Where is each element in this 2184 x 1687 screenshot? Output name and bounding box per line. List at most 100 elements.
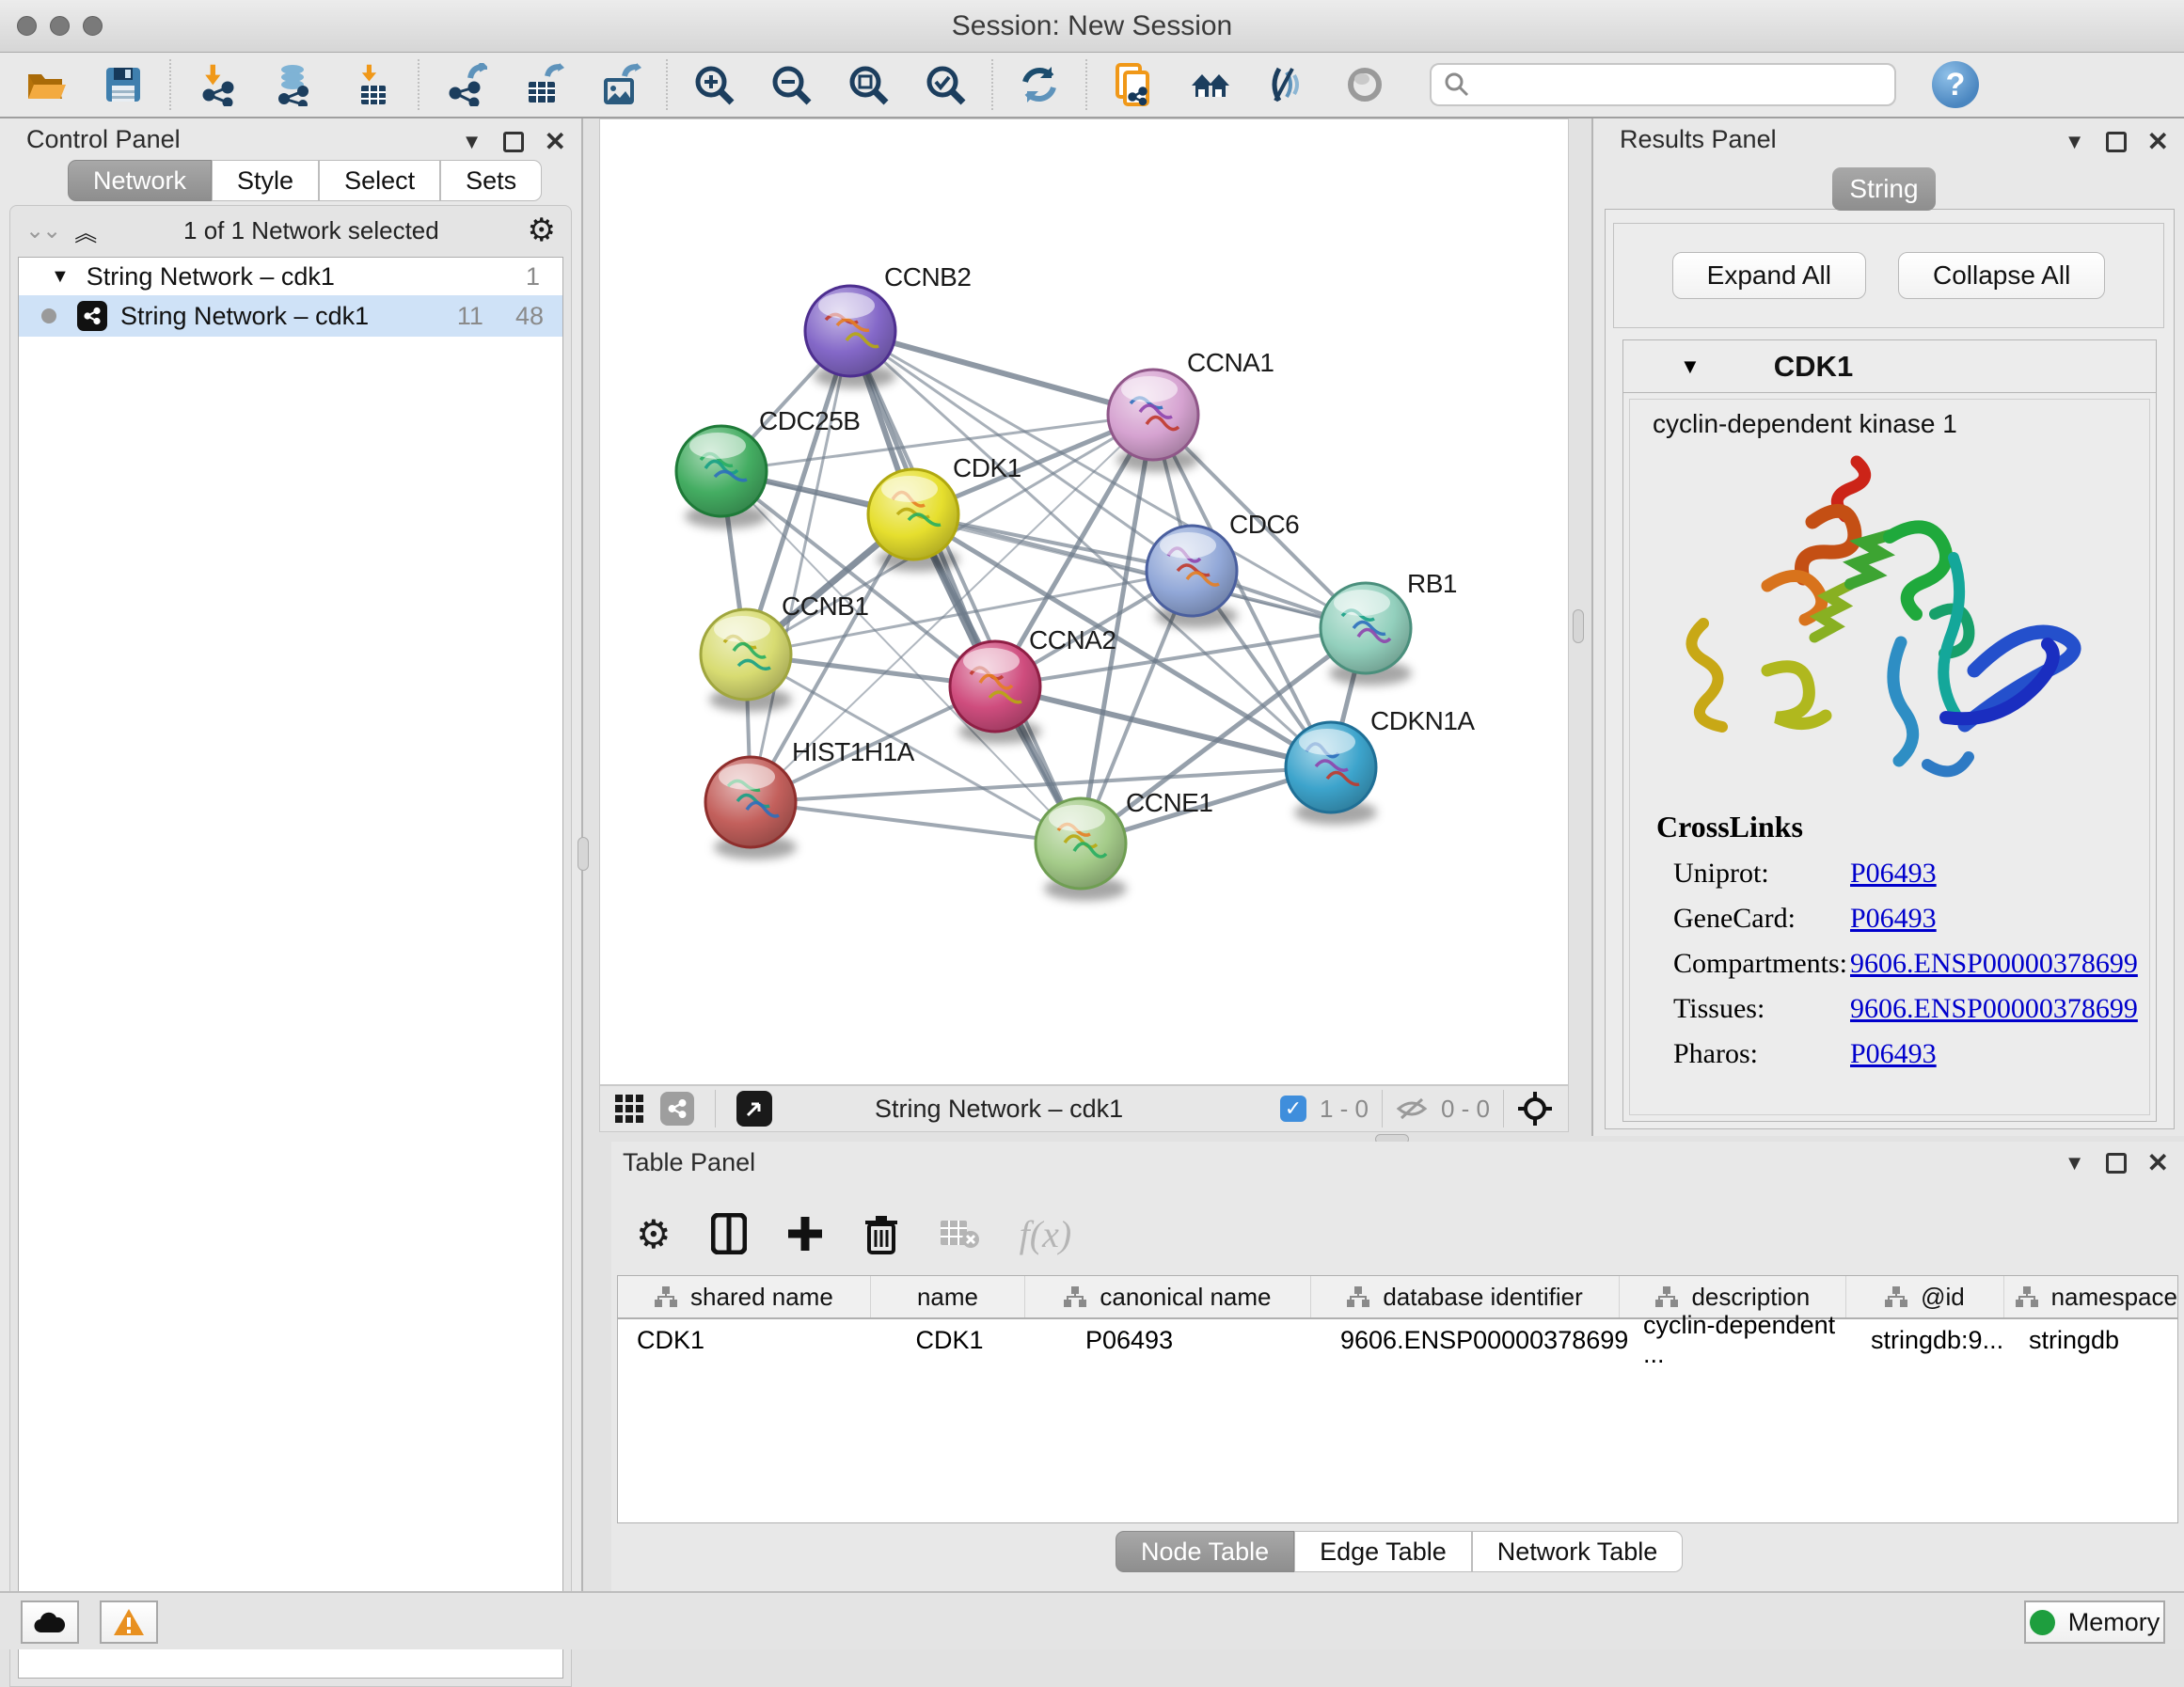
birdseye-view-icon[interactable] (736, 1091, 772, 1127)
float-panel-icon[interactable] (2106, 132, 2127, 152)
network-node-ccna1[interactable]: CCNA1 (1108, 348, 1274, 472)
cell-database-identifier: 9606.ENSP00000378699 (1314, 1319, 1624, 1361)
network-canvas[interactable]: CCNB2CCNA1CDC25BCDK1CDC6RB1CCNB1CCNA2CDK… (599, 118, 1569, 1085)
collapse-panel-icon[interactable]: ▼ (462, 130, 483, 154)
tab-edge-table[interactable]: Edge Table (1294, 1531, 1472, 1572)
share-view-icon[interactable] (660, 1092, 694, 1126)
network-edge-ccnb2-ccne1[interactable] (850, 331, 1081, 844)
network-tree: ▼ String Network – cdk1 1 String Network… (18, 257, 563, 1679)
collapse-all-networks-icon[interactable]: ⌄⌄ (25, 217, 59, 244)
expand-all-button[interactable]: Expand All (1672, 252, 1866, 299)
float-panel-icon[interactable] (2106, 1153, 2127, 1174)
add-column-icon[interactable] (786, 1215, 824, 1253)
section-collapse-icon[interactable]: ▼ (1680, 355, 1701, 379)
node-label-ccnb1: CCNB1 (782, 591, 868, 621)
network-options-gear-icon[interactable]: ⚙ (528, 212, 556, 249)
network-node-ccne1[interactable]: CCNE1 (1036, 788, 1212, 901)
home-icon[interactable] (1189, 63, 1232, 106)
show-columns-icon[interactable] (711, 1213, 747, 1254)
collapse-all-button[interactable]: Collapse All (1898, 252, 2105, 299)
column-header-database-identifier[interactable]: database identifier (1311, 1276, 1621, 1317)
eye-icon[interactable] (1343, 63, 1386, 106)
selected-checkbox-icon[interactable]: ✓ (1280, 1096, 1306, 1122)
tab-network[interactable]: Network (68, 160, 212, 201)
column-header-name[interactable]: name (871, 1276, 1025, 1317)
control-panel-title: Control Panel (26, 125, 181, 154)
memory-button[interactable]: Memory (2024, 1600, 2165, 1644)
column-header-canonical-name[interactable]: canonical name (1025, 1276, 1311, 1317)
close-panel-icon[interactable]: ✕ (545, 126, 566, 157)
tab-network-table[interactable]: Network Table (1472, 1531, 1684, 1572)
save-session-icon[interactable] (102, 63, 145, 106)
column-header-shared-name[interactable]: shared name (618, 1276, 871, 1317)
tab-select[interactable]: Select (319, 160, 440, 201)
tree-expand-icon[interactable]: ▼ (51, 266, 70, 288)
network-row[interactable]: String Network – cdk1 11 48 (19, 295, 562, 337)
import-network-file-icon[interactable] (196, 63, 239, 106)
warnings-button[interactable] (100, 1600, 158, 1644)
hidden-eye-icon[interactable] (1396, 1096, 1428, 1121)
column-header-id[interactable]: @id (1846, 1276, 2003, 1317)
zoom-selected-icon[interactable] (924, 63, 967, 106)
search-field[interactable] (1430, 63, 1896, 106)
float-panel-icon[interactable] (503, 132, 524, 152)
close-panel-icon[interactable]: ✕ (2147, 1147, 2169, 1178)
zoom-out-icon[interactable] (769, 63, 813, 106)
help-button[interactable]: ? (1932, 61, 1979, 108)
delete-table-icon (939, 1217, 980, 1251)
import-network-database-icon[interactable] (273, 63, 316, 106)
memory-status-dot (2030, 1610, 2055, 1635)
genecard-link[interactable]: P06493 (1850, 903, 1937, 935)
network-node-cdkn1a[interactable]: CDKN1A (1286, 706, 1475, 825)
string-results-container: Expand All Collapse All ▼ CDK1 cyclin-de… (1605, 209, 2175, 1129)
network-node-ccnb2[interactable]: CCNB2 (805, 262, 971, 388)
network-node-rb1[interactable]: RB1 (1321, 569, 1457, 686)
table-row[interactable]: CDK1 CDK1 P06493 9606.ENSP00000378699 cy… (618, 1319, 2177, 1361)
zoom-fit-icon[interactable] (847, 63, 890, 106)
open-session-icon[interactable] (24, 63, 68, 106)
table-options-gear-icon[interactable]: ⚙ (636, 1211, 672, 1257)
fit-selected-crosshair-icon[interactable] (1517, 1091, 1553, 1127)
node-table-header: shared name name canonical name database… (618, 1276, 2177, 1319)
collapse-panel-icon[interactable]: ▼ (2065, 130, 2085, 154)
results-panel: Results Panel ▼ ✕ String Expand All Coll… (1591, 118, 2184, 1136)
import-table-file-icon[interactable] (350, 63, 393, 106)
search-input[interactable] (1471, 71, 1883, 100)
current-network-title: String Network – cdk1 (875, 1095, 1123, 1124)
cell-id: stringdb:9... (1852, 1319, 2010, 1361)
tab-node-table[interactable]: Node Table (1116, 1531, 1294, 1572)
network-edge-hist1h1a-ccne1[interactable] (751, 802, 1081, 844)
tab-string[interactable]: String (1832, 167, 1936, 211)
export-image-icon[interactable] (598, 63, 641, 106)
cloud-button[interactable] (21, 1600, 79, 1644)
network-edge-ccnb2-hist1h1a[interactable] (751, 331, 850, 802)
network-collection-row[interactable]: ▼ String Network – cdk1 1 (19, 258, 562, 295)
compartments-link[interactable]: 9606.ENSP00000378699 (1850, 948, 2138, 980)
expand-all-networks-icon[interactable]: ︽ (74, 214, 95, 247)
collapse-panel-icon[interactable]: ▼ (2065, 1151, 2085, 1175)
column-header-description[interactable]: description (1620, 1276, 1846, 1317)
left-splitter-handle[interactable] (578, 837, 589, 871)
pharos-link[interactable]: P06493 (1850, 1038, 1937, 1070)
network-node-ccnb1[interactable]: CCNB1 (701, 591, 868, 712)
grid-view-icon[interactable] (615, 1095, 643, 1123)
delete-column-trash-icon[interactable] (863, 1213, 899, 1254)
hide-glasses-icon[interactable] (1266, 63, 1309, 106)
crosslinks-section: CrossLinks Uniprot:P06493 GeneCard:P0649… (1656, 810, 2138, 1070)
right-splitter-handle[interactable] (1573, 609, 1584, 643)
export-network-icon[interactable] (444, 63, 487, 106)
network-node-cdc6[interactable]: CDC6 (1147, 510, 1299, 628)
duplicate-network-icon[interactable] (1112, 63, 1155, 106)
export-table-icon[interactable] (521, 63, 564, 106)
tab-style[interactable]: Style (212, 160, 319, 201)
column-header-namespace[interactable]: namespace (2004, 1276, 2177, 1317)
network-node-cdk1[interactable]: CDK1 (868, 453, 1021, 572)
refresh-view-icon[interactable] (1018, 63, 1061, 106)
close-panel-icon[interactable]: ✕ (2147, 126, 2169, 157)
tab-sets[interactable]: Sets (440, 160, 542, 201)
uniprot-link[interactable]: P06493 (1850, 858, 1937, 890)
tissues-link[interactable]: 9606.ENSP00000378699 (1850, 993, 2138, 1025)
protein-section-header[interactable]: ▼ CDK1 (1623, 340, 2156, 393)
zoom-in-icon[interactable] (692, 63, 736, 106)
cell-name: CDK1 (872, 1319, 1027, 1361)
